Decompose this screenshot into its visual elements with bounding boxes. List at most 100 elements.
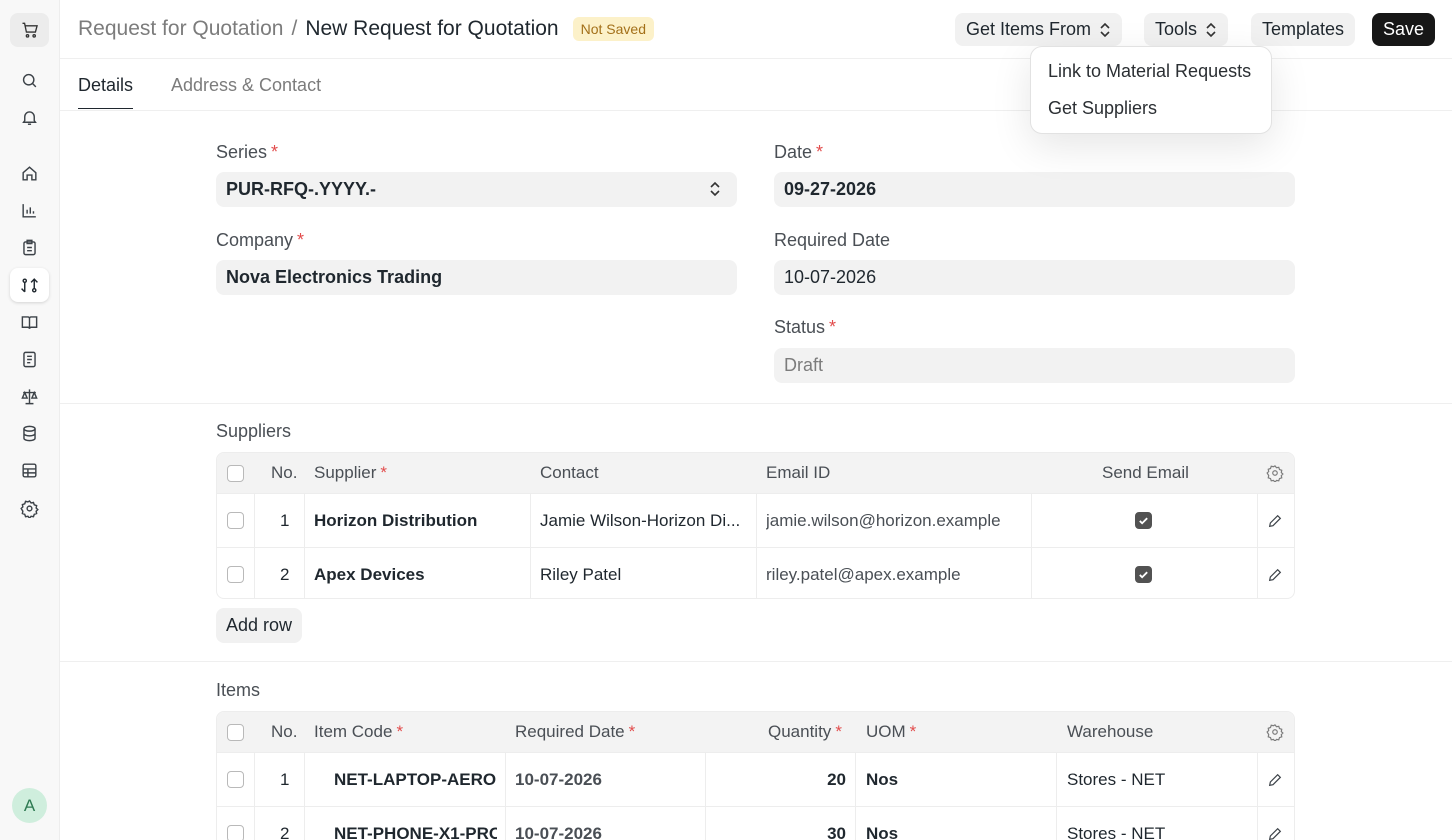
- date-label: Date *: [774, 142, 824, 162]
- cart-logo-icon[interactable]: [10, 13, 49, 47]
- menu-item-link-material-requests[interactable]: Link to Material Requests: [1037, 53, 1265, 90]
- status-label: Status *: [774, 317, 837, 337]
- document-icon[interactable]: [10, 342, 49, 376]
- items-table-header: No. Item Code * Required Date * Quantity * …: [217, 712, 1294, 752]
- gear-icon[interactable]: [10, 491, 49, 525]
- database-icon[interactable]: [10, 416, 49, 450]
- scales-icon[interactable]: [10, 379, 49, 413]
- status-field: Draft: [774, 348, 1295, 383]
- edit-row-icon[interactable]: [1267, 753, 1283, 806]
- item-code-cell[interactable]: NET-LAPTOP-AERO1: [334, 753, 497, 806]
- required-date-cell[interactable]: 10-07-2026: [515, 807, 602, 840]
- row-checkbox[interactable]: [227, 753, 244, 806]
- status-badge: Not Saved: [572, 17, 654, 41]
- get-items-from-label: Get Items From: [966, 19, 1092, 39]
- buying-workflow-icon[interactable]: [10, 268, 49, 302]
- supplier-cell[interactable]: Apex Devices: [314, 548, 425, 598]
- table-row[interactable]: 1 NET-LAPTOP-AERO1 10-07-2026 20 Nos Sto…: [217, 752, 1294, 806]
- sidebar: A: [0, 0, 60, 840]
- column-uom: UOM *: [866, 722, 917, 741]
- save-label: Save: [1383, 19, 1425, 39]
- suppliers-table-header: No. Supplier * Contact Email ID Send Emai…: [217, 453, 1294, 493]
- column-quantity: Quantity *: [768, 722, 842, 741]
- tools-button[interactable]: Tools: [1144, 13, 1229, 46]
- warehouse-cell[interactable]: Stores - NET: [1067, 807, 1165, 840]
- send-email-checkbox[interactable]: [1135, 548, 1152, 598]
- bar-chart-icon[interactable]: [10, 193, 49, 227]
- column-item-code: Item Code *: [314, 722, 404, 741]
- company-field[interactable]: Nova Electronics Trading: [216, 260, 737, 295]
- column-warehouse: Warehouse: [1067, 722, 1154, 741]
- book-icon[interactable]: [10, 305, 49, 339]
- search-icon[interactable]: [10, 63, 49, 97]
- tab-details[interactable]: Details: [78, 75, 134, 109]
- bell-icon[interactable]: [10, 100, 49, 134]
- series-value: PUR-RFQ-.YYYY.-: [226, 179, 377, 199]
- section-divider: [60, 403, 1452, 404]
- required-date-label: Required Date: [774, 230, 891, 250]
- uom-cell[interactable]: Nos: [866, 753, 898, 806]
- table-row[interactable]: 2 NET-PHONE-X1-PRO 10-07-2026 30 Nos Sto…: [217, 806, 1294, 840]
- row-checkbox[interactable]: [227, 494, 244, 547]
- series-select[interactable]: PUR-RFQ-.YYYY.-: [216, 172, 737, 207]
- suppliers-table: No. Supplier * Contact Email ID Send Emai…: [216, 452, 1295, 599]
- send-email-checkbox[interactable]: [1135, 494, 1152, 547]
- clipboard-icon[interactable]: [10, 230, 49, 264]
- company-label: Company *: [216, 230, 305, 250]
- row-checkbox[interactable]: [227, 807, 244, 840]
- add-supplier-row-button[interactable]: Add row: [216, 608, 303, 643]
- supplier-cell[interactable]: Horizon Distribution: [314, 494, 477, 547]
- column-supplier: Supplier *: [314, 463, 387, 482]
- menu-item-get-suppliers[interactable]: Get Suppliers: [1037, 90, 1265, 127]
- column-send-email: Send Email: [1102, 463, 1189, 482]
- column-contact: Contact: [540, 463, 599, 482]
- items-table: No. Item Code * Required Date * Quantity * …: [216, 711, 1295, 840]
- templates-label: Templates: [1262, 19, 1345, 39]
- breadcrumb-parent[interactable]: Request for Quotation: [78, 17, 283, 41]
- column-required-date: Required Date *: [515, 722, 636, 741]
- row-no: 2: [280, 564, 290, 584]
- column-settings-icon[interactable]: [1266, 453, 1284, 493]
- contact-cell[interactable]: Riley Patel: [540, 548, 750, 598]
- contact-cell[interactable]: Jamie Wilson-Horizon Di...: [540, 494, 750, 547]
- quantity-cell[interactable]: 20: [705, 753, 846, 806]
- column-settings-icon[interactable]: [1266, 712, 1284, 752]
- required-date-cell[interactable]: 10-07-2026: [515, 753, 602, 806]
- tab-address-contact[interactable]: Address & Contact: [171, 75, 321, 108]
- select-all-checkbox[interactable]: [227, 712, 244, 752]
- select-all-checkbox[interactable]: [227, 453, 244, 493]
- row-no: 1: [280, 510, 290, 530]
- warehouse-cell[interactable]: Stores - NET: [1067, 753, 1165, 806]
- email-cell[interactable]: jamie.wilson@horizon.example: [766, 494, 1001, 547]
- column-no: No.: [271, 463, 298, 482]
- row-no: 2: [280, 823, 290, 840]
- save-button[interactable]: Save: [1372, 13, 1436, 46]
- home-icon[interactable]: [10, 156, 49, 190]
- suppliers-section-title: Suppliers: [216, 421, 292, 441]
- quantity-cell[interactable]: 30: [705, 807, 846, 840]
- get-items-from-button[interactable]: Get Items From: [955, 13, 1123, 46]
- row-no: 1: [280, 769, 290, 789]
- row-checkbox[interactable]: [227, 548, 244, 598]
- edit-row-icon[interactable]: [1267, 548, 1283, 598]
- email-cell[interactable]: riley.patel@apex.example: [766, 548, 961, 598]
- chevron-updown-icon: [1099, 22, 1111, 38]
- item-code-cell[interactable]: NET-PHONE-X1-PRO: [334, 807, 497, 840]
- edit-row-icon[interactable]: [1267, 807, 1283, 840]
- column-email: Email ID: [766, 463, 831, 482]
- column-no: No.: [271, 722, 298, 741]
- user-avatar[interactable]: A: [12, 788, 47, 823]
- page-title: New Request for Quotation: [305, 17, 559, 40]
- table-row[interactable]: 2 Apex Devices Riley Patel riley.patel@a…: [217, 547, 1294, 598]
- uom-cell[interactable]: Nos: [866, 807, 898, 840]
- section-divider: [60, 661, 1452, 662]
- edit-row-icon[interactable]: [1267, 494, 1283, 547]
- table-icon[interactable]: [10, 453, 49, 487]
- required-date-field[interactable]: 10-07-2026: [774, 260, 1295, 295]
- date-field[interactable]: 09-27-2026: [774, 172, 1295, 207]
- templates-button[interactable]: Templates: [1251, 13, 1356, 46]
- table-row[interactable]: 1 Horizon Distribution Jamie Wilson-Hori…: [217, 493, 1294, 547]
- chevron-updown-icon: [1205, 22, 1217, 38]
- breadcrumb: Request for Quotation / New Request for …: [78, 17, 654, 41]
- series-label: Series *: [216, 142, 279, 162]
